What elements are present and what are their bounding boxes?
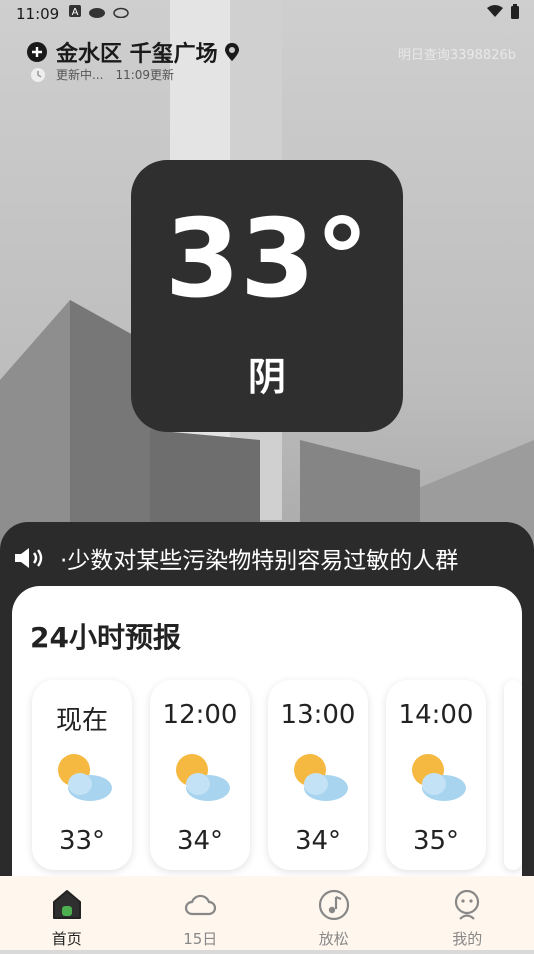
partly-cloudy-icon: [406, 750, 468, 806]
notification-a-icon: A: [68, 4, 82, 18]
cloud-icon: [183, 888, 217, 922]
music-note-icon: [317, 888, 351, 922]
tab-mine[interactable]: 我的: [401, 876, 534, 950]
svg-text:A: A: [72, 7, 79, 18]
hour-temp: 35°: [386, 826, 486, 856]
hour-item[interactable]: 13:00 34°: [268, 680, 368, 870]
current-weather-card: 33° 阴: [131, 160, 403, 432]
tab-label: 我的: [401, 928, 534, 949]
status-time: 11:09: [16, 5, 59, 23]
update-time-text: 11:09更新: [115, 66, 174, 83]
hour-item-partial[interactable]: [504, 680, 522, 870]
hour-item[interactable]: 14:00 35°: [386, 680, 486, 870]
hour-time: 现在: [32, 700, 132, 737]
status-bar: 11:09 A: [0, 0, 534, 28]
partly-cloudy-icon: [52, 750, 114, 806]
tab-label: 15日: [134, 928, 268, 949]
add-city-icon[interactable]: [26, 41, 48, 63]
update-status-row: 更新中... 11:09更新: [30, 66, 174, 83]
speaker-icon: [12, 545, 46, 571]
alert-ticker[interactable]: ·少数对某些污染物特别容易过敏的人群: [12, 540, 522, 576]
weather-condition: 阴: [131, 346, 403, 401]
tab-15-day[interactable]: 15日: [134, 876, 268, 950]
partly-cloudy-icon: [288, 750, 350, 806]
weather-status-icon: [112, 4, 130, 18]
tab-home[interactable]: 首页: [0, 876, 134, 950]
promo-text: 明日查询3398826b: [398, 44, 516, 63]
battery-icon: [510, 4, 520, 20]
tab-label: 首页: [0, 928, 134, 949]
home-icon: [50, 888, 84, 922]
hour-time: 12:00: [150, 700, 250, 730]
location-title[interactable]: 金水区 千玺广场: [56, 36, 218, 68]
wifi-icon: [486, 4, 504, 18]
location-header[interactable]: 金水区 千玺广场: [26, 36, 240, 68]
location-pin-icon: [224, 42, 240, 62]
hour-item[interactable]: 现在 33°: [32, 680, 132, 870]
partly-cloudy-icon: [170, 750, 232, 806]
update-status-text: 更新中...: [56, 66, 103, 83]
tab-relax[interactable]: 放松: [267, 876, 401, 950]
hour-temp: 34°: [268, 826, 368, 856]
hour-temp: 33°: [32, 826, 132, 856]
tab-label: 放松: [267, 928, 401, 949]
hourly-list[interactable]: 现在 33° 12:00 34° 13:00 34° 14:00 35°: [32, 680, 522, 870]
ticker-text: ·少数对某些污染物特别容易过敏的人群: [60, 541, 458, 575]
hourly-forecast-card: 24小时预报 现在 33° 12:00 34° 13:00 34° 14:00 …: [12, 586, 522, 886]
profile-face-icon: [450, 888, 484, 922]
refresh-clock-icon: [30, 67, 46, 83]
current-temperature: 33°: [131, 206, 403, 314]
hour-item[interactable]: 12:00 34°: [150, 680, 250, 870]
hour-time: 13:00: [268, 700, 368, 730]
hour-time: 14:00: [386, 700, 486, 730]
hour-temp: 34°: [150, 826, 250, 856]
forecast-title: 24小时预报: [30, 616, 181, 656]
bottom-tab-bar: 首页 15日 放松 我的: [0, 876, 534, 950]
cloud-status-icon: [88, 4, 106, 18]
